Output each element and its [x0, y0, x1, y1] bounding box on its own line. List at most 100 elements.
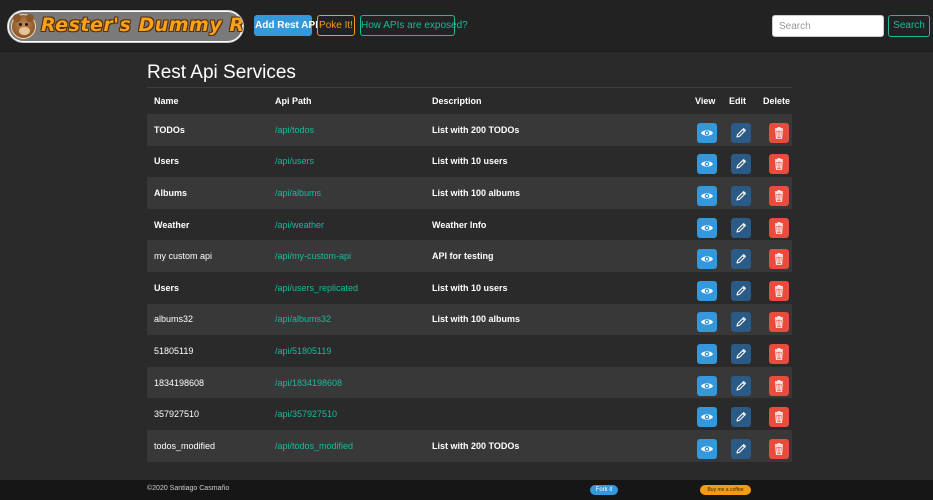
row-delete-cell — [756, 429, 792, 462]
delete-button[interactable] — [769, 185, 789, 206]
brand-logo-link[interactable]: Rester's Dummy Run — [7, 10, 244, 43]
row-edit-cell — [722, 114, 756, 146]
table-row: TODOs/api/todos List with 200 TODOs — [147, 114, 792, 146]
edit-button[interactable] — [731, 280, 751, 301]
edit-button[interactable] — [731, 407, 751, 428]
view-button[interactable] — [697, 375, 717, 396]
row-view-cell — [688, 429, 722, 462]
row-name: todos_modified — [147, 429, 268, 462]
search-input[interactable] — [772, 15, 884, 37]
delete-button[interactable] — [769, 343, 789, 364]
edit-button[interactable] — [731, 249, 751, 270]
row-description: List with 10 users — [425, 271, 688, 304]
delete-button[interactable] — [769, 407, 789, 428]
row-edit-cell — [722, 398, 756, 430]
row-delete-cell — [756, 398, 792, 430]
edit-button[interactable] — [731, 154, 751, 175]
row-api-path-link[interactable]: /api/51805119 — [268, 335, 425, 367]
delete-button[interactable] — [769, 217, 789, 238]
delete-button[interactable] — [769, 280, 789, 301]
row-name: Weather — [147, 208, 268, 241]
view-button[interactable] — [697, 438, 717, 459]
table-row: 1834198608/api/1834198608 — [147, 366, 792, 399]
row-description: API for testing — [425, 240, 688, 272]
view-button[interactable] — [697, 343, 717, 364]
table-row: 357927510/api/357927510 — [147, 398, 792, 430]
table-row: 51805119/api/51805119 — [147, 335, 792, 367]
view-button[interactable] — [697, 123, 717, 144]
table-row: albums32/api/albums32 List with 100 album… — [147, 303, 792, 336]
row-delete-cell — [756, 177, 792, 209]
fork-it-button[interactable]: Fork it — [590, 485, 618, 495]
view-button[interactable] — [697, 280, 717, 301]
row-delete-cell — [756, 335, 792, 367]
view-button[interactable] — [697, 312, 717, 333]
table-row: Users/api/users_replicated List with 10 u… — [147, 271, 792, 304]
view-button[interactable] — [697, 185, 717, 206]
row-name: my custom api — [147, 240, 268, 272]
bear-logo-icon — [11, 14, 36, 39]
edit-button[interactable] — [731, 185, 751, 206]
delete-button[interactable] — [769, 375, 789, 396]
view-button[interactable] — [697, 249, 717, 270]
header-edit: Edit — [722, 88, 756, 115]
row-api-path-link[interactable]: /api/todos_modified — [268, 429, 425, 462]
delete-button[interactable] — [769, 438, 789, 459]
row-view-cell — [688, 335, 722, 367]
delete-button[interactable] — [769, 123, 789, 144]
delete-button[interactable] — [769, 154, 789, 175]
table-row: Users/api/users List with 10 users — [147, 145, 792, 178]
row-delete-cell — [756, 145, 792, 178]
row-api-path-link[interactable]: /api/users — [268, 145, 425, 178]
delete-button[interactable] — [769, 312, 789, 333]
edit-button[interactable] — [731, 375, 751, 396]
view-button[interactable] — [697, 407, 717, 428]
row-edit-cell — [722, 366, 756, 399]
row-delete-cell — [756, 240, 792, 272]
buy-me-a-coffee-button[interactable]: Buy me a coffee — [700, 485, 751, 495]
row-api-path-link[interactable]: /api/users_replicated — [268, 271, 425, 304]
poke-it-button[interactable]: Poke It! — [317, 15, 355, 36]
row-description: List with 200 TODOs — [425, 114, 688, 146]
table-header-row: Name Api Path Description View Edit Dele… — [147, 88, 792, 115]
row-description: List with 100 albums — [425, 177, 688, 209]
row-api-path-link[interactable]: /api/albums32 — [268, 303, 425, 336]
row-description — [425, 335, 688, 367]
header-api-path: Api Path — [268, 88, 425, 115]
add-rest-api-button[interactable]: Add Rest API — [254, 15, 318, 36]
row-edit-cell — [722, 271, 756, 304]
row-api-path-link[interactable]: /api/todos — [268, 114, 425, 146]
view-button[interactable] — [697, 154, 717, 175]
search-button[interactable]: Search — [888, 15, 930, 37]
row-name: albums32 — [147, 303, 268, 336]
edit-button[interactable] — [731, 217, 751, 238]
row-view-cell — [688, 240, 722, 272]
edit-button[interactable] — [731, 438, 751, 459]
header-delete: Delete — [756, 88, 792, 115]
row-edit-cell — [722, 303, 756, 336]
how-apis-exposed-button[interactable]: How APIs are exposed? — [360, 15, 468, 36]
edit-button[interactable] — [731, 312, 751, 333]
row-name: 51805119 — [147, 335, 268, 367]
row-delete-cell — [756, 208, 792, 241]
edit-button[interactable] — [731, 123, 751, 144]
row-api-path-link[interactable]: /api/1834198608 — [268, 366, 425, 399]
row-description — [425, 398, 688, 430]
row-edit-cell — [722, 335, 756, 367]
row-name: Albums — [147, 177, 268, 209]
delete-button[interactable] — [769, 249, 789, 270]
table-row: Albums/api/albums List with 100 albums — [147, 177, 792, 209]
row-api-path-link[interactable]: /api/357927510 — [268, 398, 425, 430]
row-edit-cell — [722, 208, 756, 241]
view-button[interactable] — [697, 217, 717, 238]
row-view-cell — [688, 177, 722, 209]
row-api-path-link[interactable]: /api/albums — [268, 177, 425, 209]
row-delete-cell — [756, 303, 792, 336]
row-delete-cell — [756, 271, 792, 304]
edit-button[interactable] — [731, 343, 751, 364]
row-api-path-link[interactable]: /api/my-custom-api — [268, 240, 425, 272]
row-view-cell — [688, 303, 722, 336]
row-api-path-link[interactable]: /api/weather — [268, 208, 425, 241]
row-view-cell — [688, 366, 722, 399]
row-description: Weather Info — [425, 208, 688, 241]
